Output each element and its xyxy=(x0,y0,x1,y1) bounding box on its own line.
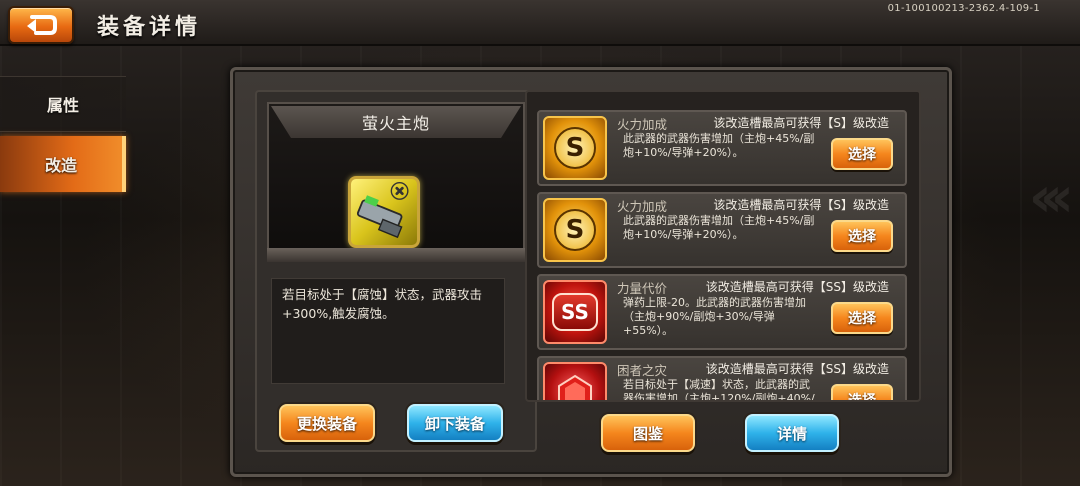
item-shelf xyxy=(267,248,525,262)
tab-attributes-label: 属性 xyxy=(46,96,79,115)
select-button[interactable]: 选择 xyxy=(831,384,893,400)
equipment-frame: 萤火主炮 若目标处于【腐蚀】状态，武器攻击+300%,触发腐蚀。 更换装备 卸下… xyxy=(230,67,952,477)
mod-hint: 该改造槽最高可获得【SS】级改造 xyxy=(705,362,889,376)
mod-description: 此武器的武器伤害增加（主炮+45%/副炮+10%/导弹+20%）。 xyxy=(623,132,815,159)
tab-modify[interactable]: 改造 xyxy=(0,136,126,192)
mod-description: 若目标处于【减速】状态，此武器的武器伤害增加（主炮+120%/副炮+40%/导弹 xyxy=(623,378,815,402)
list-item: 困者之灾 该改造槽最高可获得【SS】级改造 若目标处于【减速】状态，此武器的武器… xyxy=(537,356,907,402)
equipment-panel: 萤火主炮 若目标处于【腐蚀】状态，武器攻击+300%,触发腐蚀。 更换装备 卸下… xyxy=(255,90,537,452)
mod-hint: 该改造槽最高可获得【SS】级改造 xyxy=(705,280,889,294)
mod-title: 火力加成 xyxy=(617,117,668,132)
mod-hint: 该改造槽最高可获得【S】级改造 xyxy=(713,116,889,130)
mod-title: 力量代价 xyxy=(617,281,668,296)
chevron-decoration-icon: ‹‹‹ xyxy=(1028,165,1074,230)
detail-button[interactable]: 详情 xyxy=(745,414,839,452)
grade-letter: SS xyxy=(552,293,598,331)
version-text: 01-100100213-2362.4-109-1 xyxy=(887,3,1040,14)
sidebar: 属性 改造 xyxy=(0,76,126,192)
change-equipment-button[interactable]: 更换装备 xyxy=(279,404,375,442)
main-cannon-icon xyxy=(348,176,420,248)
s-grade-icon: S xyxy=(543,198,607,262)
unequip-button[interactable]: 卸下装备 xyxy=(407,404,503,442)
s-grade-icon: S xyxy=(543,116,607,180)
mod-title: 火力加成 xyxy=(617,199,668,214)
list-item: S 火力加成 该改造槽最高可获得【S】级改造 此武器的武器伤害增加（主炮+45%… xyxy=(537,110,907,186)
ss-grade-icon: SS xyxy=(543,280,607,344)
mod-title: 困者之灾 xyxy=(617,363,668,378)
item-name-bar: 萤火主炮 xyxy=(271,106,521,138)
list-item: S 火力加成 该改造槽最高可获得【S】级改造 此武器的武器伤害增加（主炮+45%… xyxy=(537,192,907,268)
red-gem-icon xyxy=(543,362,607,400)
tab-attributes[interactable]: 属性 xyxy=(0,76,126,132)
select-button[interactable]: 选择 xyxy=(831,220,893,252)
select-button[interactable]: 选择 xyxy=(831,302,893,334)
mod-description: 此武器的武器伤害增加（主炮+45%/副炮+10%/导弹+20%）。 xyxy=(623,214,815,241)
mod-description: 弹药上限-20。此武器的武器伤害增加（主炮+90%/副炮+30%/导弹+55%）… xyxy=(623,296,806,337)
list-item: SS 力量代价 该改造槽最高可获得【SS】级改造 弹药上限-20。此武器的武器伤… xyxy=(537,274,907,350)
item-name: 萤火主炮 xyxy=(361,114,430,133)
grade-letter: S xyxy=(554,209,596,251)
mod-list[interactable]: S 火力加成 该改造槽最高可获得【S】级改造 此武器的武器伤害增加（主炮+45%… xyxy=(525,90,921,402)
item-description: 若目标处于【腐蚀】状态，武器攻击+300%,触发腐蚀。 xyxy=(271,278,505,384)
grade-letter: S xyxy=(554,127,596,169)
back-button[interactable] xyxy=(8,6,74,44)
back-arrow-icon xyxy=(27,15,57,35)
tab-modify-label: 改造 xyxy=(44,156,77,175)
page-title: 装备详情 xyxy=(97,15,202,40)
select-button[interactable]: 选择 xyxy=(831,138,893,170)
gallery-button[interactable]: 图鉴 xyxy=(601,414,695,452)
item-display: 萤火主炮 xyxy=(267,102,525,262)
mod-hint: 该改造槽最高可获得【S】级改造 xyxy=(713,198,889,212)
header-bar: 装备详情 01-100100213-2362.4-109-1 xyxy=(0,0,1080,46)
